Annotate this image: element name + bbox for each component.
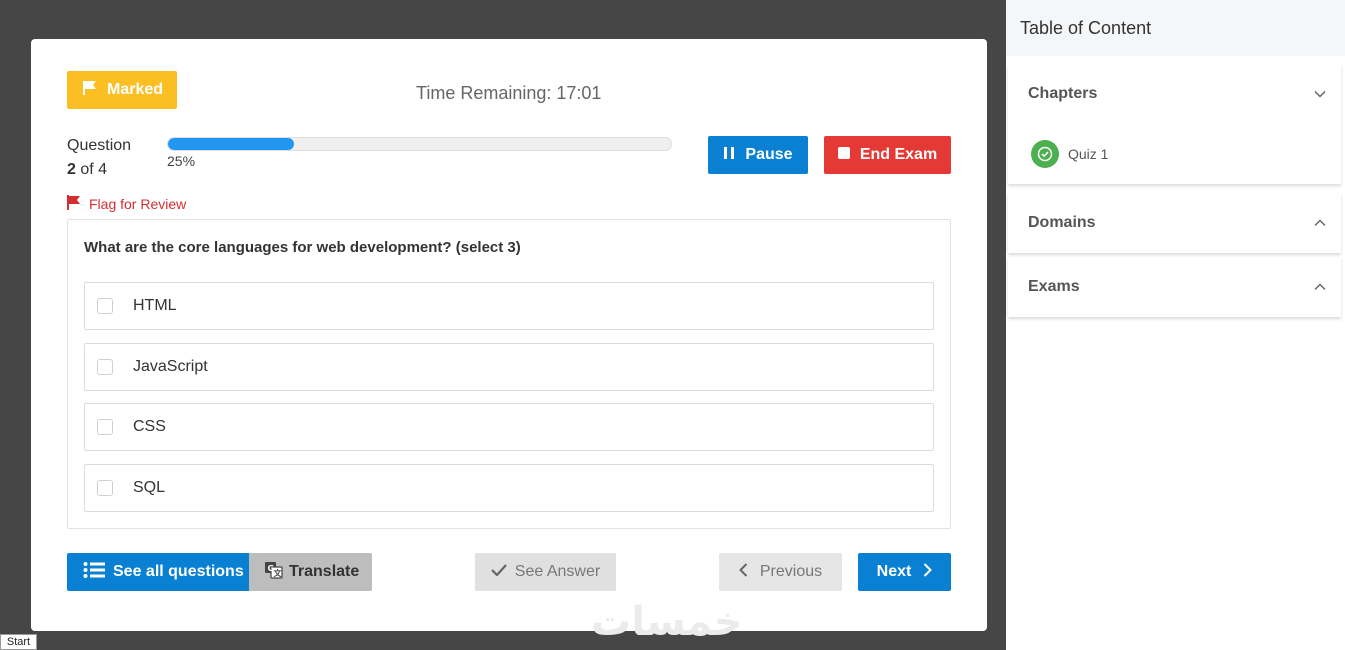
chevron-up-icon <box>1313 216 1327 230</box>
sidebar-section-chapters: Chapters Quiz 1 <box>1008 64 1341 184</box>
question-counter: Question 2 of 4 <box>67 134 131 182</box>
check-icon <box>491 563 507 581</box>
list-icon <box>83 561 105 584</box>
see-all-label: See all questions <box>113 563 244 580</box>
see-answer-label: See Answer <box>514 563 601 580</box>
section-header-domains[interactable]: Domains <box>1008 193 1341 253</box>
see-all-questions-button[interactable]: See all questions <box>67 553 249 591</box>
marked-button[interactable]: Marked <box>67 71 177 109</box>
flag-icon <box>67 195 81 213</box>
answer-option[interactable]: SQL <box>84 464 934 512</box>
start-button[interactable]: Start <box>0 634 37 650</box>
section-label: Chapters <box>1028 85 1098 102</box>
progress-bar <box>167 137 672 151</box>
current-question-number: 2 <box>67 161 76 178</box>
translate-button[interactable]: G文 Translate <box>249 553 372 591</box>
end-exam-label: End Exam <box>859 146 938 163</box>
section-label: Exams <box>1028 278 1080 295</box>
translate-label: Translate <box>289 563 360 580</box>
time-remaining: Time Remaining: 17:01 <box>416 83 602 103</box>
chevron-up-icon <box>1313 280 1327 294</box>
total-questions: of 4 <box>75 161 108 178</box>
option-checkbox[interactable] <box>97 298 113 314</box>
section-header-exams[interactable]: Exams <box>1008 257 1341 317</box>
sidebar-item-quiz-1[interactable]: Quiz 1 <box>1008 124 1341 184</box>
previous-button[interactable]: Previous <box>719 553 842 591</box>
pause-icon <box>723 146 735 165</box>
exam-card: Marked Time Remaining: 17:01 Question 2 … <box>31 39 987 645</box>
sidebar-section-domains: Domains <box>1008 193 1341 253</box>
flag-icon <box>83 80 97 101</box>
option-checkbox[interactable] <box>97 480 113 496</box>
chevron-down-icon <box>1313 87 1327 101</box>
progress-percent: 25% <box>167 153 196 169</box>
table-of-content-sidebar: Table of Content Chapters Quiz 1 Domains… <box>1006 0 1345 650</box>
watermark-logo: خمسات <box>591 599 743 645</box>
marked-label: Marked <box>107 81 164 98</box>
question-word: Question <box>67 137 132 154</box>
pause-label: Pause <box>745 146 793 163</box>
answer-option[interactable]: JavaScript <box>84 343 934 391</box>
stop-icon <box>837 146 850 164</box>
svg-text:文: 文 <box>274 568 283 578</box>
answer-option[interactable]: HTML <box>84 282 934 330</box>
flag-label: Flag for Review <box>89 196 187 212</box>
check-circle-icon <box>1031 140 1059 168</box>
chevron-left-icon <box>738 562 748 582</box>
flag-for-review-link[interactable]: Flag for Review <box>67 195 186 213</box>
section-header-chapters[interactable]: Chapters <box>1008 64 1341 124</box>
option-label: JavaScript <box>133 358 208 375</box>
previous-label: Previous <box>759 563 823 580</box>
option-checkbox[interactable] <box>97 419 113 435</box>
quiz-label: Quiz 1 <box>1068 146 1109 162</box>
option-checkbox[interactable] <box>97 359 113 375</box>
progress-fill <box>168 138 294 150</box>
section-label: Domains <box>1028 214 1096 231</box>
option-label: CSS <box>133 418 166 435</box>
translate-icon: G文 <box>265 561 283 584</box>
sidebar-section-exams: Exams <box>1008 257 1341 317</box>
chevron-right-icon <box>923 562 933 582</box>
answer-option[interactable]: CSS <box>84 403 934 451</box>
option-label: SQL <box>133 479 166 496</box>
option-label: HTML <box>133 297 177 314</box>
pause-button[interactable]: Pause <box>708 136 808 174</box>
sidebar-title: Table of Content <box>1006 0 1345 56</box>
question-text: What are the core languages for web deve… <box>84 239 521 256</box>
question-box: What are the core languages for web deve… <box>67 219 951 529</box>
next-label: Next <box>876 563 912 580</box>
see-answer-button[interactable]: See Answer <box>475 553 616 591</box>
end-exam-button[interactable]: End Exam <box>824 136 951 174</box>
next-button[interactable]: Next <box>858 553 951 591</box>
